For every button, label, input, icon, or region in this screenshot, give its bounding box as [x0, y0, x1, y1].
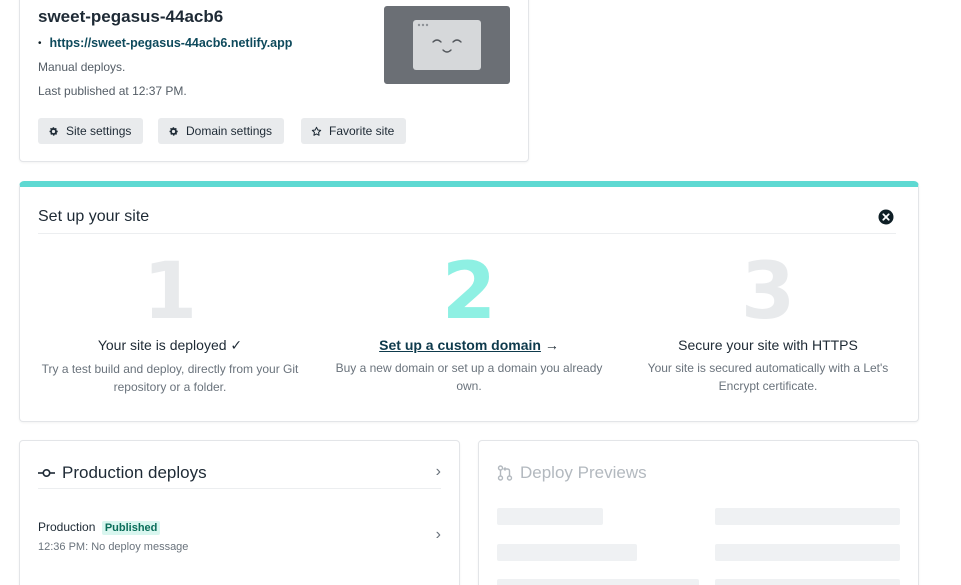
loading-placeholder: [497, 579, 699, 585]
deploy-list-item[interactable]: Production Published 12:36 PM: No deploy…: [38, 518, 441, 554]
gear-icon: [169, 126, 178, 136]
loading-placeholder: [497, 508, 603, 525]
site-title: sweet-pegasus-44acb6: [38, 7, 224, 26]
step-description: Try a test build and deploy, directly fr…: [41, 362, 299, 394]
status-badge: Published: [101, 521, 161, 535]
commit-icon: [38, 468, 55, 478]
deploy-previews-card: Deploy Previews: [478, 440, 919, 585]
domain-settings-label: Domain settings: [186, 124, 273, 138]
star-outline-icon: [311, 126, 322, 136]
loading-placeholder: [715, 508, 900, 525]
setup-step-https: 3 Secure your site with HTTPS Your site …: [628, 251, 908, 395]
step-heading: Your site is deployed ✓: [97, 337, 243, 353]
domain-settings-button[interactable]: Domain settings: [158, 118, 285, 144]
production-deploys-title[interactable]: Production deploys: [38, 463, 207, 483]
divider: [38, 488, 441, 489]
loading-placeholder: [715, 544, 900, 561]
deploy-message: 12:36 PM: No deploy message: [38, 541, 189, 553]
deploy-context-label: Production: [38, 520, 96, 534]
site-url-row: • https://sweet-pegasus-44acb6.netlify.a…: [38, 36, 292, 50]
step-number: 2: [441, 247, 497, 337]
browser-smiley-icon: [413, 20, 481, 70]
deploy-previews-title[interactable]: Deploy Previews: [497, 463, 647, 483]
chevron-right-icon[interactable]: ›: [436, 463, 441, 481]
production-deploys-label: Production deploys: [62, 463, 207, 482]
arrow-right-icon: →: [544, 337, 559, 353]
step-number: 3: [740, 247, 796, 337]
site-settings-button[interactable]: Site settings: [38, 118, 144, 144]
pull-request-icon: [497, 465, 513, 481]
site-url-link[interactable]: https://sweet-pegasus-44acb6.netlify.app: [50, 36, 293, 50]
step-description: Your site is secured automatically with …: [647, 361, 889, 393]
last-published-text: Last published at 12:37 PM.: [38, 84, 187, 98]
setup-step-custom-domain: 2 Set up a custom domain → Buy a new dom…: [329, 251, 609, 395]
site-overview-card: sweet-pegasus-44acb6 • https://sweet-peg…: [19, 0, 529, 162]
site-settings-label: Site settings: [66, 124, 132, 138]
production-deploys-card: Production deploys › Production Publishe…: [19, 440, 460, 585]
setup-title: Set up your site: [38, 208, 150, 225]
close-circle-icon[interactable]: [878, 209, 894, 225]
setup-site-card: Set up your site 1 Your site is deployed…: [19, 181, 919, 422]
step-number: 1: [142, 247, 198, 337]
step-heading: Set up a custom domain →: [329, 337, 609, 353]
step-heading: Secure your site with HTTPS: [678, 337, 858, 353]
loading-placeholder: [497, 544, 637, 561]
loading-placeholder: [715, 579, 900, 585]
site-preview-thumbnail[interactable]: [384, 6, 510, 84]
deploy-previews-label: Deploy Previews: [520, 463, 647, 482]
chevron-right-icon: ›: [435, 526, 441, 543]
custom-domain-link[interactable]: Set up a custom domain: [379, 337, 541, 353]
favorite-site-label: Favorite site: [329, 124, 395, 138]
gear-icon: [49, 126, 58, 136]
favorite-site-button[interactable]: Favorite site: [301, 118, 407, 144]
divider: [38, 233, 896, 234]
bullet-icon: •: [38, 37, 42, 49]
setup-step-deployed: 1 Your site is deployed ✓ Try a test bui…: [30, 251, 310, 396]
step-description: Buy a new domain or set up a domain you …: [335, 361, 603, 393]
deploy-mode-text: Manual deploys.: [38, 60, 126, 74]
